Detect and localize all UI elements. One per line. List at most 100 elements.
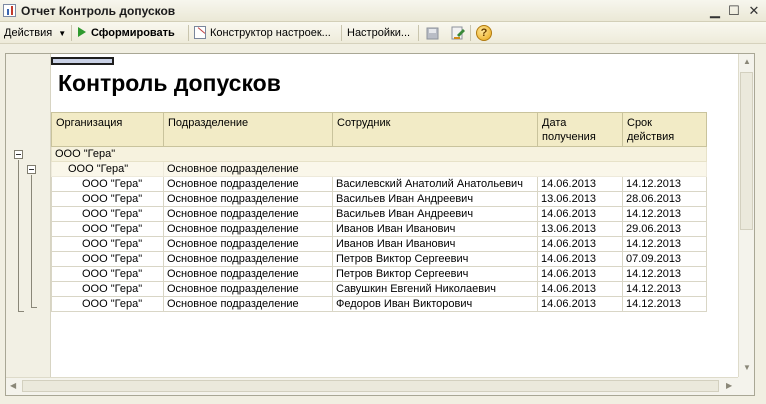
window-title: Отчет Контроль допусков xyxy=(21,4,176,18)
table-row[interactable]: ООО "Гера" Основное подразделение Василь… xyxy=(51,206,707,222)
report-title: Контроль допусков xyxy=(58,70,281,96)
scroll-down-icon[interactable]: ▼ xyxy=(743,363,751,372)
toolbar-divider xyxy=(418,25,419,41)
table-row[interactable]: ООО "Гера" Основное подразделение Василь… xyxy=(51,191,707,207)
toolbar-divider xyxy=(188,25,189,41)
cell-dept: Основное подразделение xyxy=(163,251,333,267)
col-header-date: Дата получения xyxy=(537,112,623,147)
cell-employee: Иванов Иван Иванович xyxy=(332,221,538,237)
tree-line xyxy=(31,307,37,308)
header-term-line1: Срок xyxy=(627,117,652,129)
settings-button[interactable]: Настройки... xyxy=(347,25,410,41)
cell-employee: Федоров Иван Викторович xyxy=(332,296,538,312)
group-dept-org: ООО "Гера" xyxy=(51,161,164,177)
horizontal-scrollbar[interactable]: ◀ ▶ xyxy=(6,377,738,395)
cell-dept: Основное подразделение xyxy=(163,266,333,282)
cell-employee: Савушкин Евгений Николаевич xyxy=(332,281,538,297)
maximize-icon[interactable]: ☐ xyxy=(726,3,742,19)
cell-employee: Васильев Иван Андреевич xyxy=(332,206,538,222)
cell-term: 14.12.2013 xyxy=(622,236,707,252)
group-org-label: ООО "Гера" xyxy=(51,146,707,162)
cell-date: 13.06.2013 xyxy=(537,221,623,237)
cell-org: ООО "Гера" xyxy=(51,206,164,222)
generate-label: Сформировать xyxy=(91,27,175,39)
cell-org: ООО "Гера" xyxy=(51,281,164,297)
cell-date: 14.06.2013 xyxy=(537,236,623,252)
table-row[interactable]: ООО "Гера" Основное подразделение Петров… xyxy=(51,251,707,267)
scroll-up-icon[interactable]: ▲ xyxy=(743,57,751,66)
help-icon[interactable]: ? xyxy=(476,25,492,41)
vertical-scrollbar[interactable]: ▲ ▼ xyxy=(738,54,754,377)
header-date-line1: Дата xyxy=(542,117,567,129)
table-row[interactable]: ООО "Гера" Основное подразделение Иванов… xyxy=(51,221,707,237)
cell-dept: Основное подразделение xyxy=(163,191,333,207)
actions-menu[interactable]: Действия ▼ xyxy=(4,25,66,41)
title-bar: Отчет Контроль допусков ▁ ☐ ✕ xyxy=(0,0,766,22)
cell-org: ООО "Гера" xyxy=(51,221,164,237)
cell-date: 14.06.2013 xyxy=(537,266,623,282)
settings-constructor-icon xyxy=(194,26,206,39)
play-icon xyxy=(78,27,86,37)
cell-dept: Основное подразделение xyxy=(163,221,333,237)
col-header-employee: Сотрудник xyxy=(332,112,538,147)
collapse-icon[interactable] xyxy=(27,165,36,174)
horizontal-scroll-thumb[interactable] xyxy=(22,380,719,392)
scrollbar-corner xyxy=(738,377,754,395)
group-dept-label: Основное подразделение xyxy=(163,161,707,177)
col-header-term: Срок действия xyxy=(622,112,707,147)
cell-selection-marker xyxy=(51,57,114,65)
actions-label: Действия xyxy=(4,27,53,39)
table-row[interactable]: ООО "Гера" Основное подразделение Василе… xyxy=(51,176,707,192)
cell-org: ООО "Гера" xyxy=(51,191,164,207)
cell-date: 14.06.2013 xyxy=(537,251,623,267)
cell-date: 13.06.2013 xyxy=(537,191,623,207)
chevron-down-icon: ▼ xyxy=(58,29,67,38)
header-term-line2: действия xyxy=(627,131,675,143)
cell-org: ООО "Гера" xyxy=(51,176,164,192)
cell-dept: Основное подразделение xyxy=(163,236,333,252)
toolbar-divider xyxy=(71,25,72,41)
scroll-left-icon[interactable]: ◀ xyxy=(10,381,16,390)
collapse-icon[interactable] xyxy=(14,150,23,159)
cell-dept: Основное подразделение xyxy=(163,206,333,222)
report-area[interactable]: Контроль допусков Организация Подразделе… xyxy=(5,53,755,396)
col-header-org: Организация xyxy=(51,112,164,147)
cell-org: ООО "Гера" xyxy=(51,296,164,312)
minimize-icon[interactable]: ▁ xyxy=(707,3,723,19)
cell-date: 14.06.2013 xyxy=(537,281,623,297)
grouping-panel xyxy=(6,54,51,377)
cell-term: 29.06.2013 xyxy=(622,221,707,237)
cell-org: ООО "Гера" xyxy=(51,236,164,252)
cell-org: ООО "Гера" xyxy=(51,251,164,267)
settings-constructor-label: Конструктор настроек... xyxy=(210,27,331,39)
save-icon[interactable] xyxy=(426,26,440,40)
group-row-dept[interactable]: ООО "Гера" Основное подразделение xyxy=(51,161,707,177)
tree-line xyxy=(18,160,19,312)
table-row[interactable]: ООО "Гера" Основное подразделение Петров… xyxy=(51,266,707,282)
tree-line xyxy=(18,311,24,312)
group-row-org[interactable]: ООО "Гера" xyxy=(51,146,707,162)
close-icon[interactable]: ✕ xyxy=(746,3,762,19)
cell-term: 14.12.2013 xyxy=(622,266,707,282)
table-row[interactable]: ООО "Гера" Основное подразделение Иванов… xyxy=(51,236,707,252)
cell-dept: Основное подразделение xyxy=(163,281,333,297)
header-date-line2: получения xyxy=(542,131,596,143)
generate-button[interactable]: Сформировать xyxy=(78,25,175,41)
cell-date: 14.06.2013 xyxy=(537,176,623,192)
header-row: Организация Подразделение Сотрудник Дата… xyxy=(51,112,707,147)
vertical-scroll-thumb[interactable] xyxy=(740,72,753,230)
load-icon[interactable] xyxy=(450,26,465,40)
settings-constructor-button[interactable]: Конструктор настроек... xyxy=(194,25,331,41)
scroll-right-icon[interactable]: ▶ xyxy=(726,381,732,390)
table-row[interactable]: ООО "Гера" Основное подразделение Федоро… xyxy=(51,296,707,312)
cell-term: 28.06.2013 xyxy=(622,191,707,207)
cell-term: 07.09.2013 xyxy=(622,251,707,267)
cell-dept: Основное подразделение xyxy=(163,176,333,192)
cell-date: 14.06.2013 xyxy=(537,296,623,312)
report-icon xyxy=(3,4,16,17)
toolbar-divider xyxy=(470,25,471,41)
table-row[interactable]: ООО "Гера" Основное подразделение Савушк… xyxy=(51,281,707,297)
toolbar-divider xyxy=(341,25,342,41)
tree-line xyxy=(31,175,32,308)
cell-term: 14.12.2013 xyxy=(622,206,707,222)
